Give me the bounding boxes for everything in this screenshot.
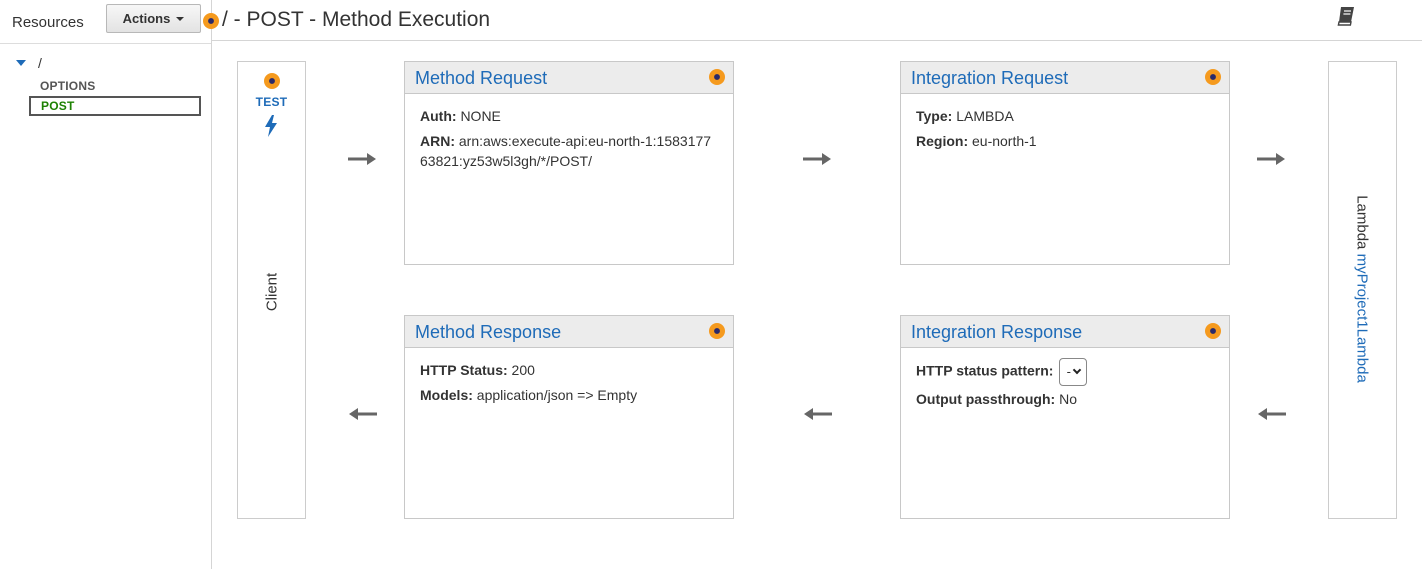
arn-value: arn:aws:execute-api:eu-north-1:158317763… xyxy=(420,133,712,169)
output-passthrough-row: Output passthrough: No xyxy=(916,389,1214,409)
output-passthrough-label: Output passthrough: xyxy=(916,391,1056,407)
lambda-function-link[interactable]: myProject1Lambda xyxy=(1354,254,1371,383)
tree-item-root[interactable]: / xyxy=(16,55,42,71)
http-status-value: 200 xyxy=(511,362,535,378)
help-dot-icon[interactable] xyxy=(1205,69,1221,85)
status-pattern-row: HTTP status pattern: - xyxy=(916,358,1214,386)
help-dot-icon[interactable] xyxy=(709,69,725,85)
auth-label: Auth: xyxy=(420,108,457,124)
arrow-right-icon xyxy=(348,153,376,165)
integration-request-box: Integration Request Type: LAMBDA Region:… xyxy=(900,61,1230,265)
help-dot-icon[interactable] xyxy=(203,13,219,29)
tree-root-label: / xyxy=(38,55,42,71)
http-status-row: HTTP Status: 200 xyxy=(420,360,718,380)
region-value: eu-north-1 xyxy=(972,133,1037,149)
http-status-label: HTTP Status: xyxy=(420,362,508,378)
integration-request-header: Integration Request xyxy=(901,62,1229,94)
actions-button-label: Actions xyxy=(122,11,171,26)
output-passthrough-value: No xyxy=(1059,391,1077,407)
arrow-left-icon xyxy=(349,408,377,420)
region-row: Region: eu-north-1 xyxy=(916,131,1214,151)
method-response-box: Method Response HTTP Status: 200 Models:… xyxy=(404,315,734,519)
status-pattern-select[interactable]: - xyxy=(1059,358,1088,386)
integration-response-header: Integration Response xyxy=(901,316,1229,348)
help-dot-icon[interactable] xyxy=(264,73,280,89)
type-label: Type: xyxy=(916,108,953,124)
auth-value: NONE xyxy=(460,108,501,124)
integration-request-title-link[interactable]: Integration Request xyxy=(911,68,1068,89)
tree-expand-icon[interactable] xyxy=(16,60,26,66)
status-pattern-label: HTTP status pattern: xyxy=(916,362,1054,379)
resources-header: Resources Actions xyxy=(0,0,211,44)
chevron-down-icon xyxy=(1072,365,1082,375)
method-response-header: Method Response xyxy=(405,316,733,348)
client-label: Client xyxy=(263,272,281,312)
tree-item-post[interactable]: POST xyxy=(29,96,201,116)
resources-title: Resources xyxy=(12,14,84,31)
page-header: / - POST - Method Execution xyxy=(203,0,1422,41)
lambda-label: Lambda myProject1Lambda xyxy=(1354,195,1371,383)
type-row: Type: LAMBDA xyxy=(916,106,1214,126)
region-label: Region: xyxy=(916,133,969,149)
client-panel: TEST Client xyxy=(237,61,306,519)
arn-row: ARN: arn:aws:execute-api:eu-north-1:1583… xyxy=(420,131,718,171)
type-value: LAMBDA xyxy=(956,108,1014,124)
models-row: Models: application/json => Empty xyxy=(420,385,718,405)
arrow-left-icon xyxy=(804,408,832,420)
integration-response-box: Integration Response HTTP status pattern… xyxy=(900,315,1230,519)
arrow-right-icon xyxy=(803,153,831,165)
page-title: / - POST - Method Execution xyxy=(222,8,491,31)
auth-row: Auth: NONE xyxy=(420,106,718,126)
method-response-title-link[interactable]: Method Response xyxy=(415,322,561,343)
models-value: application/json => Empty xyxy=(476,387,638,403)
lightning-bolt-icon[interactable] xyxy=(263,114,279,138)
tree-item-options[interactable]: OPTIONS xyxy=(40,79,95,93)
book-icon[interactable] xyxy=(1336,5,1356,27)
resources-pane: Resources Actions / OPTIONS POST xyxy=(0,0,212,569)
actions-button[interactable]: Actions xyxy=(106,4,201,33)
integration-response-title-link[interactable]: Integration Response xyxy=(911,322,1082,343)
help-dot-icon[interactable] xyxy=(1205,323,1221,339)
arn-label: ARN: xyxy=(420,133,455,149)
models-label: Models: xyxy=(420,387,473,403)
method-request-header: Method Request xyxy=(405,62,733,94)
test-link[interactable]: TEST xyxy=(238,95,305,109)
status-pattern-value: - xyxy=(1066,364,1071,379)
method-request-box: Method Request Auth: NONE ARN: arn:aws:e… xyxy=(404,61,734,265)
arrow-right-icon xyxy=(1257,153,1285,165)
lambda-prefix: Lambda xyxy=(1353,195,1371,250)
help-dot-icon[interactable] xyxy=(709,323,725,339)
method-request-title-link[interactable]: Method Request xyxy=(415,68,547,89)
arrow-left-icon xyxy=(1258,408,1286,420)
caret-down-icon xyxy=(176,16,185,21)
lambda-panel: Lambda myProject1Lambda xyxy=(1328,61,1397,519)
